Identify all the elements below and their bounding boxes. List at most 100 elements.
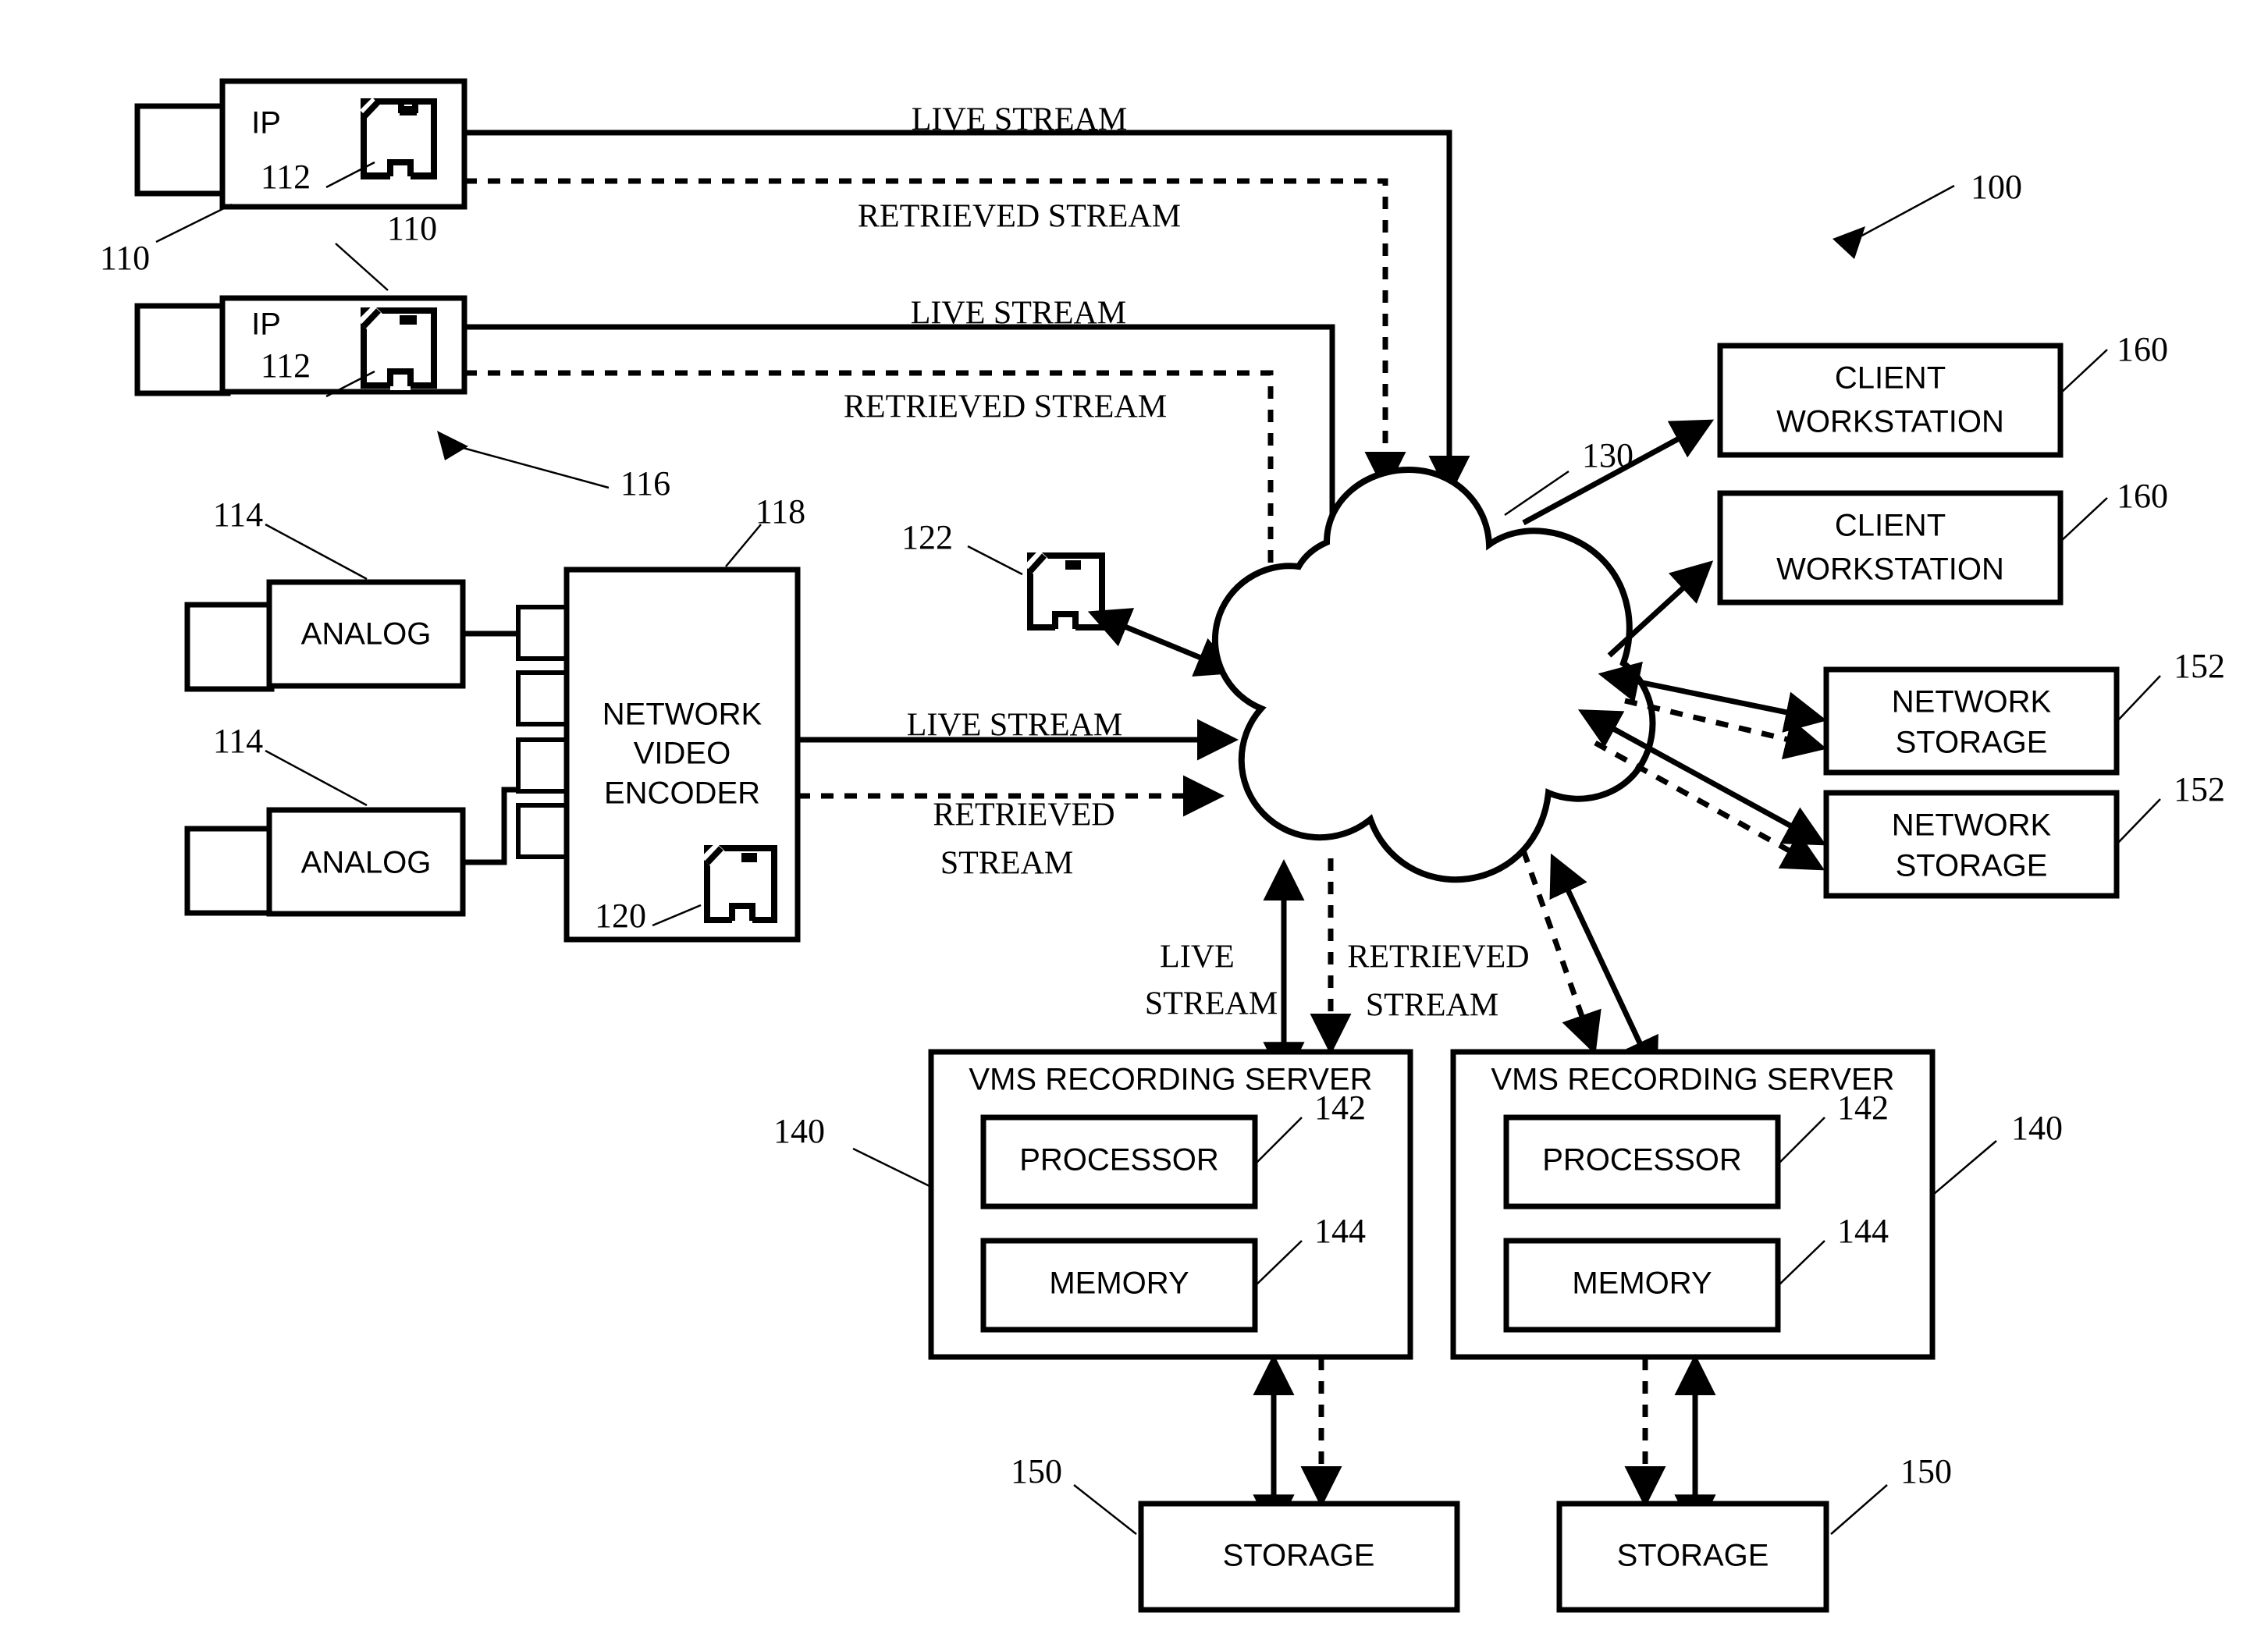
sd-dot-1 (400, 106, 417, 115)
encoder-port-1 (516, 605, 572, 661)
ref-114-leader-b (265, 749, 368, 807)
ref-122-leader (967, 545, 1023, 576)
encoder-retrieved-stream-label-2: STREAM (940, 846, 1073, 882)
ref-130-leader (1504, 470, 1569, 517)
encoder-label-line3: ENCODER (604, 776, 760, 811)
analog-lens-1 (184, 602, 275, 692)
client-workstation-1-ref: 160 (2117, 330, 2168, 368)
analog-camera-1[interactable]: ANALOG 114 (184, 496, 466, 692)
cam2-retrieved-stream-label: RETRIEVED STREAM (844, 389, 1167, 425)
ip-camera-1[interactable]: IP 112 110 (100, 78, 467, 277)
figure-canvas: IP 112 110 IP 112 110 LIVE STREAM RETRIE… (0, 0, 2268, 1634)
vms-server-2-processor-label: PROCESSOR (1542, 1143, 1742, 1178)
client-workstation-1-line2: WORKSTATION (1776, 405, 2004, 439)
ref-152-leader-a (2116, 675, 2161, 723)
ip-camera-1-ref: 110 (100, 239, 150, 277)
cam1-retrieved-stream-label: RETRIEVED STREAM (858, 199, 1181, 235)
camera-lens-2 (134, 303, 231, 396)
network-storage-2[interactable]: NETWORK STORAGE 152 (1823, 770, 2225, 899)
ref-100-leader (1857, 184, 1955, 240)
network-cloud[interactable]: 130 (1211, 436, 1656, 883)
network-storage-1-ref: 152 (2174, 647, 2225, 685)
storage-2-label: STORAGE (1617, 1539, 1769, 1573)
ref-152-leader-b (2116, 798, 2161, 845)
storage-1-ref: 150 (1011, 1452, 1062, 1490)
vms-server-1-title: VMS RECORDING SERVER (969, 1063, 1372, 1097)
vms2-live-stream-path (1549, 853, 1658, 1081)
ref-116-leader (457, 445, 610, 489)
encoder-label-line1: NETWORK (603, 698, 763, 732)
network-storage-1-line1: NETWORK (1892, 685, 2052, 719)
vms-recording-server-1[interactable]: VMS RECORDING SERVER PROCESSOR 142 MEMOR… (773, 1049, 1413, 1360)
analog-camera-2-ref: 114 (213, 722, 263, 760)
vms-server-2-ref: 140 (2011, 1109, 2063, 1147)
vms2-retrieved-stream-path (1520, 849, 1601, 1055)
ip-camera-1-label: IP (251, 106, 281, 140)
external-sd-ref: 122 (901, 518, 953, 556)
network-storage-2-line1: NETWORK (1892, 808, 2052, 843)
encoder-box-ref: 118 (755, 492, 805, 531)
vms-server-1-memory-ref: 144 (1314, 1212, 1366, 1250)
vms-server-1-memory-label: MEMORY (1049, 1266, 1189, 1301)
ip-camera-2-ref: 110 (387, 209, 437, 247)
ip-camera-2[interactable]: IP 112 110 (134, 209, 467, 398)
sd-dot-3 (741, 853, 757, 862)
vms-server-2-title: VMS RECORDING SERVER (1491, 1063, 1894, 1097)
encoder-retrieved-stream-label-1: RETRIEVED (933, 797, 1114, 833)
encoder-live-stream-label: LIVE STREAM (907, 708, 1123, 744)
client-workstation-2[interactable]: CLIENT WORKSTATION 160 (1717, 477, 2168, 606)
vms1-live-label-2: STREAM (1145, 986, 1278, 1022)
analog-camera-1-ref: 114 (213, 496, 263, 534)
ref-140-leader-b (1933, 1140, 1997, 1195)
network-video-encoder[interactable]: NETWORK VIDEO ENCODER 120 118 (563, 492, 805, 943)
vms1-storage-links (1253, 1353, 1342, 1536)
vms-server-2-memory-label: MEMORY (1572, 1266, 1712, 1301)
ref-116-arrowhead (437, 431, 468, 460)
external-sd-card[interactable]: 122 (901, 518, 1239, 677)
ref-118-leader (725, 524, 762, 567)
client-workstation-1-line1: CLIENT (1835, 361, 1946, 396)
ref-150-leader-a (1073, 1484, 1137, 1535)
cloud-shape (1211, 466, 1656, 883)
ref-160-leader-a (2058, 349, 2108, 396)
ref-140-leader-a (852, 1147, 930, 1188)
ref-110-leader-a (155, 203, 233, 243)
ref-100-arrowhead (1833, 226, 1865, 259)
analog-camera-2[interactable]: ANALOG 114 (184, 722, 466, 917)
analog-camera-2-label: ANALOG (301, 846, 432, 880)
encoder-group-ref: 116 (620, 464, 670, 503)
analog-camera-1-label: ANALOG (301, 617, 432, 652)
analog-lens-2 (184, 826, 275, 916)
camera-group-116-callout: 116 (437, 431, 670, 503)
vms-recording-server-2[interactable]: VMS RECORDING SERVER PROCESSOR 142 MEMOR… (1450, 1049, 2063, 1360)
sd-dot-2 (400, 315, 417, 325)
ip-camera-2-inner-ref: 112 (261, 346, 311, 385)
network-storage-1[interactable]: NETWORK STORAGE 152 (1823, 647, 2225, 776)
encoder-ports (463, 605, 572, 865)
patent-figure-svg: IP 112 110 IP 112 110 LIVE STREAM RETRIE… (100, 78, 2225, 1613)
camera-lens-1 (134, 103, 231, 197)
encoder-sd-ref: 120 (595, 897, 646, 935)
vms2-storage-links (1624, 1353, 1716, 1536)
vms-server-1-ref: 140 (773, 1112, 825, 1150)
encoder-port-3 (516, 737, 572, 794)
ns1-live-link (1598, 661, 1827, 733)
storage-2-ref: 150 (1900, 1452, 1952, 1490)
vms-server-2-processor-ref: 142 (1837, 1089, 1889, 1127)
cam1-live-stream-label: LIVE STREAM (912, 102, 1128, 138)
cloud-vms1-links: LIVE STREAM RETRIEVED STREAM (1145, 858, 1530, 1084)
vms1-retrieved-label-1: RETRIEVED (1347, 940, 1529, 975)
storage-2[interactable]: STORAGE 150 (1556, 1452, 1952, 1613)
encoder-port-4 (516, 803, 572, 859)
system-ref-callout: 100 (1833, 168, 2022, 259)
vms-server-1-processor-ref: 142 (1314, 1089, 1366, 1127)
cam2-live-stream-label: LIVE STREAM (911, 296, 1127, 332)
encoder-port-2 (516, 670, 572, 726)
encoder-label-line2: VIDEO (634, 737, 731, 771)
vms-server-1-processor-label: PROCESSOR (1019, 1143, 1219, 1178)
storage-1[interactable]: STORAGE 150 (1011, 1452, 1460, 1613)
sd-dot-4 (1065, 560, 1081, 570)
system-ref: 100 (1971, 168, 2022, 206)
vms1-retrieved-label-2: STREAM (1366, 988, 1498, 1024)
client-workstation-1[interactable]: CLIENT WORKSTATION 160 (1717, 330, 2168, 458)
